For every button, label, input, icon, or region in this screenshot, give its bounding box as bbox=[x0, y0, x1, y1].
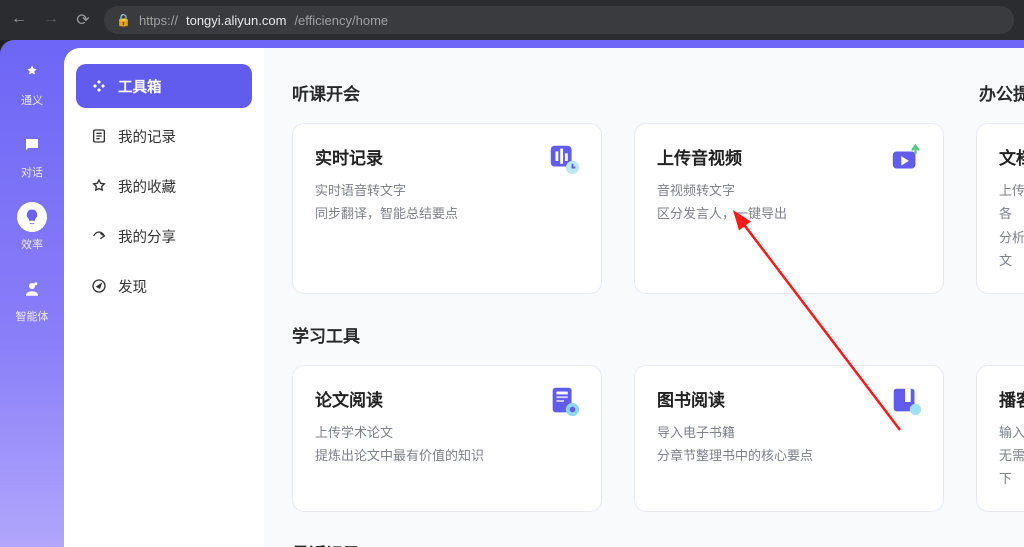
paper-icon bbox=[547, 384, 581, 418]
url-host: tongyi.aliyun.com bbox=[186, 13, 286, 28]
sidebar-item-share[interactable]: 我的分享 bbox=[76, 214, 252, 258]
bulb-icon bbox=[17, 202, 47, 232]
vnav-label: 效率 bbox=[21, 236, 43, 252]
back-icon[interactable]: ← bbox=[10, 10, 28, 30]
card-title: 论文阅读 bbox=[315, 386, 579, 411]
toolbox-icon bbox=[90, 78, 108, 94]
content-panel: 工具箱 我的记录 我的收藏 我的分享 bbox=[64, 48, 1024, 547]
card-title: 上传音视频 bbox=[657, 144, 921, 169]
logo-icon bbox=[17, 58, 47, 88]
card-title: 图书阅读 bbox=[657, 386, 921, 411]
section-title-recent: 最近记录 bbox=[292, 540, 1024, 547]
vnav-label: 对话 bbox=[21, 164, 43, 180]
browser-nav-buttons: ← → ⟳ bbox=[10, 10, 92, 30]
card-title: 播客 bbox=[999, 386, 1024, 411]
share-icon bbox=[90, 228, 108, 244]
section-title-meeting: 听课开会 bbox=[292, 80, 360, 105]
sidebar-item-records[interactable]: 我的记录 bbox=[76, 114, 252, 158]
card-document[interactable]: 文档 上传各 分析文 bbox=[976, 123, 1024, 294]
card-desc: 上传各 分析文 bbox=[999, 179, 1024, 273]
sidebar-item-label: 我的收藏 bbox=[118, 176, 176, 197]
card-desc: 上传学术论文 提炼出论文中最有价值的知识 bbox=[315, 421, 579, 468]
study-cards-row: 论文阅读 上传学术论文 提炼出论文中最有价值的知识 图书阅读 导入电子书籍 分章… bbox=[292, 365, 1024, 512]
url-path: /efficiency/home bbox=[294, 13, 388, 28]
card-desc: 实时语音转文字 同步翻译，智能总结要点 bbox=[315, 179, 579, 226]
vnav-item-efficiency[interactable]: 效率 bbox=[17, 202, 47, 252]
compass-icon bbox=[90, 278, 108, 294]
star-icon bbox=[90, 178, 108, 194]
agent-icon bbox=[17, 274, 47, 304]
sidebar-item-label: 发现 bbox=[118, 276, 147, 297]
card-desc: 导入电子书籍 分章节整理书中的核心要点 bbox=[657, 421, 921, 468]
vnav-item-chat[interactable]: 对话 bbox=[17, 130, 47, 180]
address-field[interactable]: 🔒 https:// tongyi.aliyun.com/efficiency/h… bbox=[104, 6, 1014, 34]
realtime-record-icon bbox=[547, 142, 581, 176]
card-paper-reading[interactable]: 论文阅读 上传学术论文 提炼出论文中最有价值的知识 bbox=[292, 365, 602, 512]
browser-address-bar: ← → ⟳ 🔒 https:// tongyi.aliyun.com/effici… bbox=[0, 0, 1024, 40]
card-desc: 输入R 无需下 bbox=[999, 421, 1024, 491]
sidebar: 工具箱 我的记录 我的收藏 我的分享 bbox=[64, 48, 264, 547]
sidebar-item-toolbox[interactable]: 工具箱 bbox=[76, 64, 252, 108]
card-title: 文档 bbox=[999, 144, 1024, 169]
vnav-item-tongyi[interactable]: 通义 bbox=[17, 58, 47, 108]
card-podcast[interactable]: 播客 输入R 无需下 bbox=[976, 365, 1024, 512]
vnav-label: 通义 bbox=[21, 92, 43, 108]
refresh-icon[interactable]: ⟳ bbox=[74, 10, 92, 30]
meeting-cards-row: 实时记录 实时语音转文字 同步翻译，智能总结要点 上传音视频 音视频转文字 区分… bbox=[292, 123, 1024, 294]
section-title-office: 办公提 bbox=[979, 80, 1024, 105]
card-upload-av[interactable]: 上传音视频 音视频转文字 区分发言人，一键导出 bbox=[634, 123, 944, 294]
card-book-reading[interactable]: 图书阅读 导入电子书籍 分章节整理书中的核心要点 bbox=[634, 365, 944, 512]
lock-icon: 🔒 bbox=[116, 13, 131, 27]
chat-icon bbox=[17, 130, 47, 160]
sidebar-item-label: 我的分享 bbox=[118, 226, 176, 247]
sidebar-item-label: 我的记录 bbox=[118, 126, 176, 147]
url-prefix: https:// bbox=[139, 13, 178, 28]
card-desc: 音视频转文字 区分发言人，一键导出 bbox=[657, 179, 921, 226]
app-shell: 通义 对话 效率 智能体 bbox=[0, 40, 1024, 547]
forward-icon[interactable]: → bbox=[42, 10, 60, 30]
vertical-nav: 通义 对话 效率 智能体 bbox=[0, 40, 64, 547]
card-realtime-record[interactable]: 实时记录 实时语音转文字 同步翻译，智能总结要点 bbox=[292, 123, 602, 294]
records-icon bbox=[90, 128, 108, 144]
upload-av-icon bbox=[889, 142, 923, 176]
vnav-label: 智能体 bbox=[16, 308, 49, 324]
sidebar-item-favorites[interactable]: 我的收藏 bbox=[76, 164, 252, 208]
section-title-study: 学习工具 bbox=[292, 322, 1024, 347]
main-content: 听课开会 办公提 实时记录 实时语音转文字 同步翻译，智能总结要点 bbox=[264, 48, 1024, 547]
card-title: 实时记录 bbox=[315, 144, 579, 169]
book-icon bbox=[889, 384, 923, 418]
sidebar-item-discover[interactable]: 发现 bbox=[76, 264, 252, 308]
vnav-item-agent[interactable]: 智能体 bbox=[16, 274, 49, 324]
sidebar-item-label: 工具箱 bbox=[118, 76, 162, 97]
